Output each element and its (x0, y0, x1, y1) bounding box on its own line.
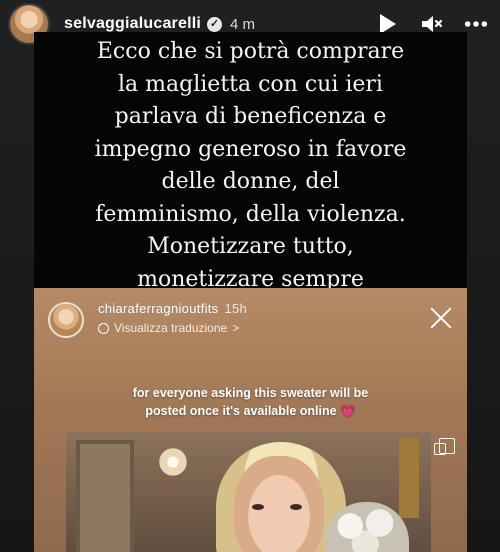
caption-line: Monetizzare tutto, (147, 234, 354, 259)
repost-header: chiaraferragnioutfits 15h (98, 301, 247, 316)
chandelier-light (148, 444, 198, 480)
story-text-overlay: Ecco che si potrà comprare la maglietta … (34, 32, 467, 296)
story-username[interactable]: selvaggialucarelli (64, 15, 201, 33)
caption-line: parlava di beneficenza e (114, 104, 387, 129)
caption-line: impegno generoso in favore (94, 136, 407, 162)
repost-photo (66, 432, 431, 552)
person-eye (252, 504, 264, 510)
sticker-line: posted once it's available online 💗 (145, 404, 356, 418)
copy-icon[interactable] (434, 438, 455, 455)
close-icon[interactable] (429, 306, 453, 330)
more-icon (464, 21, 488, 27)
story-screen: selvaggialucarelli ✓ 4 m Ecco che si pot… (0, 0, 500, 552)
mirror-frame (76, 440, 134, 552)
play-icon (380, 14, 396, 34)
gold-frame (399, 438, 419, 518)
repost-avatar[interactable] (48, 302, 84, 338)
person-eye (290, 504, 302, 510)
heart-icon: 💗 (340, 404, 356, 418)
chevron-right-icon: > (232, 321, 240, 335)
repost-time: 15h (224, 301, 248, 316)
verified-badge-icon: ✓ (207, 16, 223, 32)
more-button[interactable] (464, 12, 488, 36)
caption-line: delle donne, del (161, 169, 340, 194)
caption-line: la maglietta con cui ieri (118, 71, 383, 97)
mute-icon (422, 16, 443, 32)
translate-link[interactable]: Visualizza traduzione > (98, 321, 239, 335)
repost-username[interactable]: chiaraferragnioutfits (98, 301, 218, 316)
story-time: 4 m (230, 15, 256, 33)
caption-line: Ecco che si potrà comprare (96, 39, 405, 64)
reposted-story[interactable]: chiaraferragnioutfits 15h Visualizza trad… (34, 288, 467, 552)
globe-icon (98, 322, 109, 334)
repost-sticker-text: for everyone asking this sweater will be… (34, 384, 467, 420)
caption-line: femminismo, della violenza. (95, 201, 406, 227)
person-face (234, 456, 324, 552)
translate-label: Visualizza traduzione (114, 321, 228, 335)
sticker-line: for everyone asking this sweater will be (132, 386, 369, 400)
